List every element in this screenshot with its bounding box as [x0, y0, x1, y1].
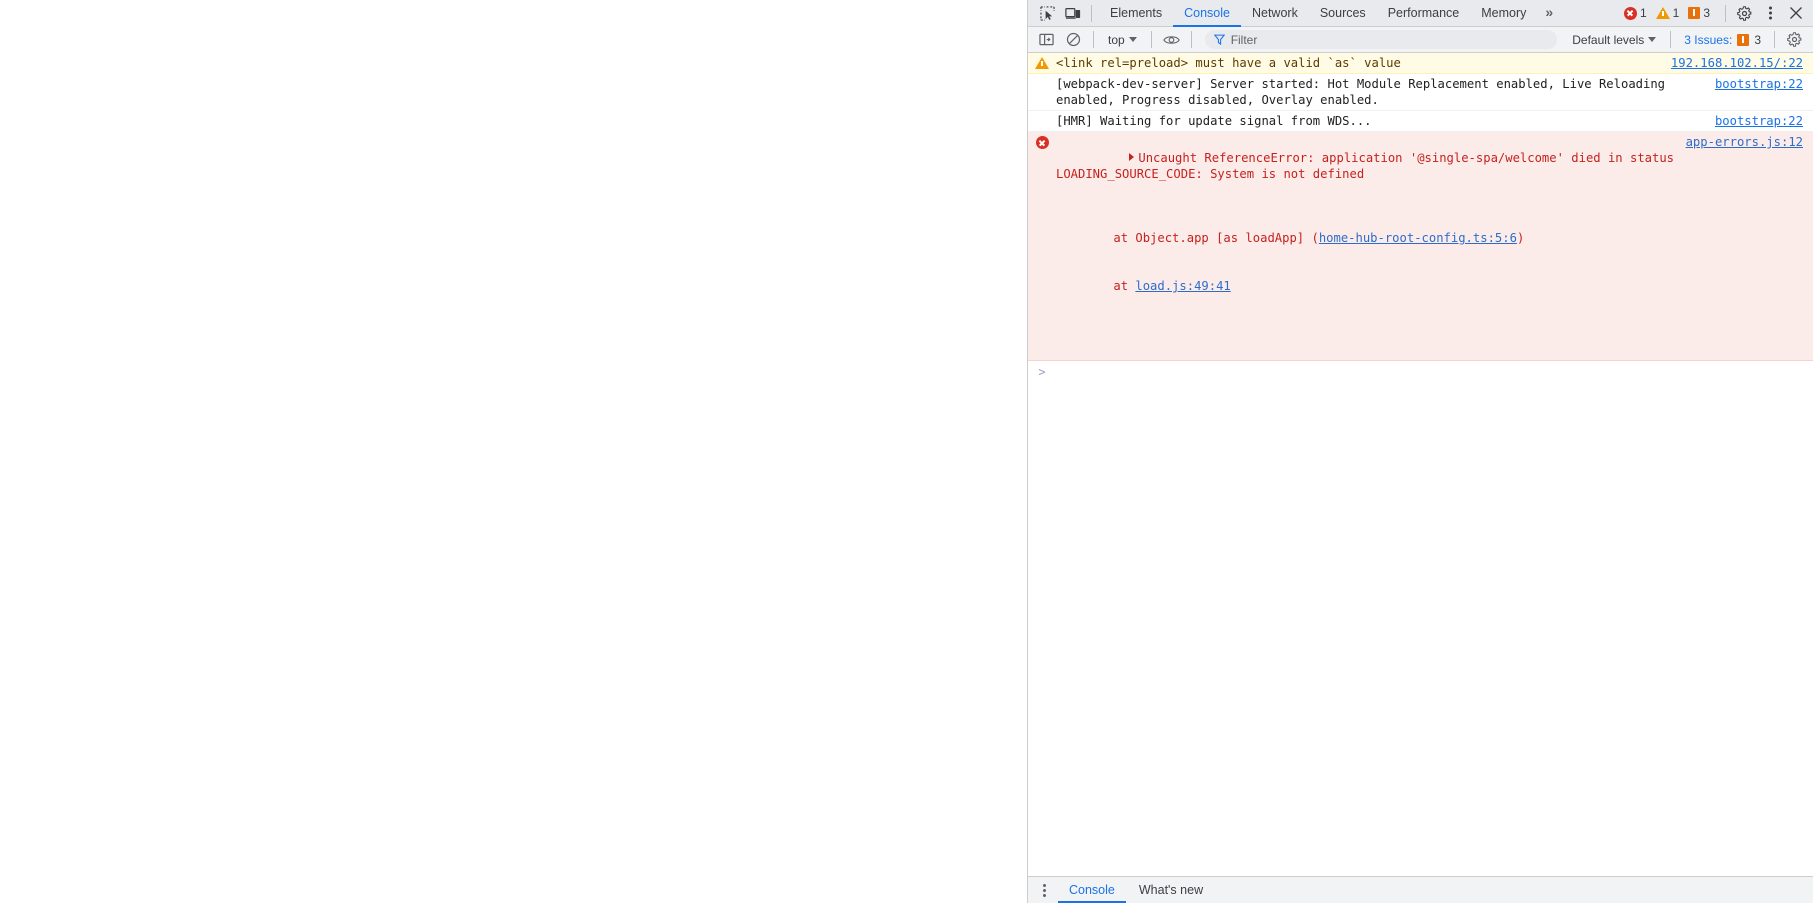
issue-icon — [1688, 7, 1701, 19]
eye-icon[interactable] — [1159, 29, 1184, 51]
stack-frame-link[interactable]: home-hub-root-config.ts:5:6 — [1319, 231, 1517, 245]
issue-counters[interactable]: 1 1 3 — [1620, 6, 1720, 20]
error-counter[interactable]: 1 — [1623, 6, 1647, 20]
warning-counter[interactable]: 1 — [1655, 6, 1680, 20]
error-count: 1 — [1639, 6, 1647, 20]
message-gutter — [1028, 55, 1056, 71]
more-tabs-button[interactable]: » — [1537, 0, 1559, 27]
log-levels-selector[interactable]: Default levels — [1565, 29, 1663, 50]
filter-placeholder-text: Filter — [1230, 32, 1258, 47]
console-sidebar-icon[interactable] — [1034, 29, 1059, 51]
context-selector[interactable]: top — [1101, 29, 1144, 50]
console-toolbar: top Filter Default levels 3 Issues: 3 — [1028, 27, 1813, 53]
tab-memory[interactable]: Memory — [1470, 0, 1537, 27]
console-prompt[interactable]: > — [1028, 361, 1813, 381]
kebab-menu-icon[interactable] — [1757, 1, 1783, 25]
tab-elements[interactable]: Elements — [1099, 0, 1173, 27]
device-toolbar-icon[interactable] — [1060, 1, 1086, 25]
drawer-tab-whats-new[interactable]: What's new — [1128, 877, 1214, 903]
devtools-tabs: Elements Console Network Sources Perform… — [1099, 0, 1559, 27]
expand-triangle-icon[interactable] — [1129, 153, 1135, 161]
message-source-link[interactable]: app-errors.js:12 — [1686, 134, 1813, 358]
stack-frame-prefix: at — [1084, 279, 1136, 293]
console-message-list[interactable]: <link rel=preload> must have a valid `as… — [1028, 53, 1813, 876]
devtools-panel: Elements Console Network Sources Perform… — [1027, 0, 1813, 903]
kebab-menu-icon[interactable] — [1032, 879, 1056, 901]
tab-console[interactable]: Console — [1173, 0, 1241, 27]
gear-icon[interactable] — [1782, 29, 1807, 51]
message-text: Uncaught ReferenceError: application '@s… — [1056, 151, 1682, 181]
toolbar-divider-c — [1190, 31, 1192, 48]
toolbar-divider-e — [1774, 31, 1775, 48]
close-icon[interactable] — [1783, 1, 1809, 25]
web-page-viewport[interactable] — [0, 0, 1027, 903]
message-text: [HMR] Waiting for update signal from WDS… — [1056, 114, 1372, 128]
message-body: Uncaught ReferenceError: application '@s… — [1056, 134, 1686, 358]
message-source-link[interactable]: bootstrap:22 — [1715, 76, 1813, 108]
chevron-down-icon — [1128, 37, 1137, 42]
toolbar-divider-d — [1670, 31, 1672, 48]
stack-frame: at Object.app [as loadApp] (home-hub-roo… — [1056, 230, 1678, 246]
inspect-element-icon[interactable] — [1034, 1, 1060, 25]
message-text: [webpack-dev-server] Server started: Hot… — [1056, 77, 1673, 107]
tabbar-divider-2 — [1725, 4, 1726, 22]
stack-frame: at load.js:49:41 — [1056, 278, 1678, 294]
context-selector-value: top — [1108, 32, 1125, 47]
console-message-warning[interactable]: <link rel=preload> must have a valid `as… — [1028, 53, 1813, 74]
devtools-tab-bar: Elements Console Network Sources Perform… — [1028, 0, 1813, 27]
issues-label: 3 Issues: — [1684, 32, 1733, 47]
tab-sources[interactable]: Sources — [1309, 0, 1377, 27]
error-icon — [1035, 136, 1049, 149]
error-icon — [1623, 6, 1637, 20]
drawer-tab-console[interactable]: Console — [1058, 877, 1126, 903]
stack-frame-suffix: ) — [1516, 231, 1525, 245]
tab-network[interactable]: Network — [1241, 0, 1309, 27]
issues-count: 3 — [1703, 6, 1710, 20]
message-gutter — [1028, 113, 1056, 129]
warning-count: 1 — [1672, 6, 1680, 20]
chevron-down-icon — [1648, 37, 1657, 42]
filter-icon — [1213, 34, 1225, 45]
console-message-info[interactable]: [HMR] Waiting for update signal from WDS… — [1028, 111, 1813, 132]
stack-frame-prefix: at Object.app [as loadApp] ( — [1084, 231, 1319, 245]
message-text: <link rel=preload> must have a valid `as… — [1056, 56, 1401, 70]
toolbar-divider — [1091, 4, 1092, 22]
gear-icon[interactable] — [1731, 1, 1757, 25]
console-message-info[interactable]: [webpack-dev-server] Server started: Hot… — [1028, 74, 1813, 111]
tab-performance[interactable]: Performance — [1377, 0, 1471, 27]
clear-console-icon[interactable] — [1061, 29, 1086, 51]
log-levels-value: Default levels — [1572, 32, 1645, 47]
toolbar-divider-b — [1150, 31, 1152, 48]
message-source-link[interactable]: 192.168.102.15/:22 — [1671, 55, 1813, 71]
stack-frame-link[interactable]: load.js:49:41 — [1135, 279, 1230, 293]
warning-icon — [1655, 7, 1670, 19]
message-gutter — [1028, 134, 1056, 358]
message-source-link[interactable]: bootstrap:22 — [1715, 113, 1813, 129]
message-gutter — [1028, 76, 1056, 108]
issues-button[interactable]: 3 Issues: 3 — [1678, 29, 1767, 50]
issues-counter[interactable]: 3 — [1688, 6, 1710, 20]
prompt-caret-icon: > — [1038, 365, 1046, 379]
browser-window: Elements Console Network Sources Perform… — [0, 0, 1813, 903]
issues-badge-count: 3 — [1754, 32, 1761, 47]
stack-trace: at Object.app [as loadApp] (home-hub-roo… — [1056, 198, 1678, 326]
issue-icon — [1737, 33, 1750, 46]
devtools-drawer-bar: Console What's new — [1028, 876, 1813, 903]
warning-icon — [1035, 57, 1049, 69]
console-message-error[interactable]: Uncaught ReferenceError: application '@s… — [1028, 132, 1813, 361]
search-input[interactable]: Filter — [1204, 30, 1558, 49]
toolbar-divider-a — [1093, 31, 1094, 48]
